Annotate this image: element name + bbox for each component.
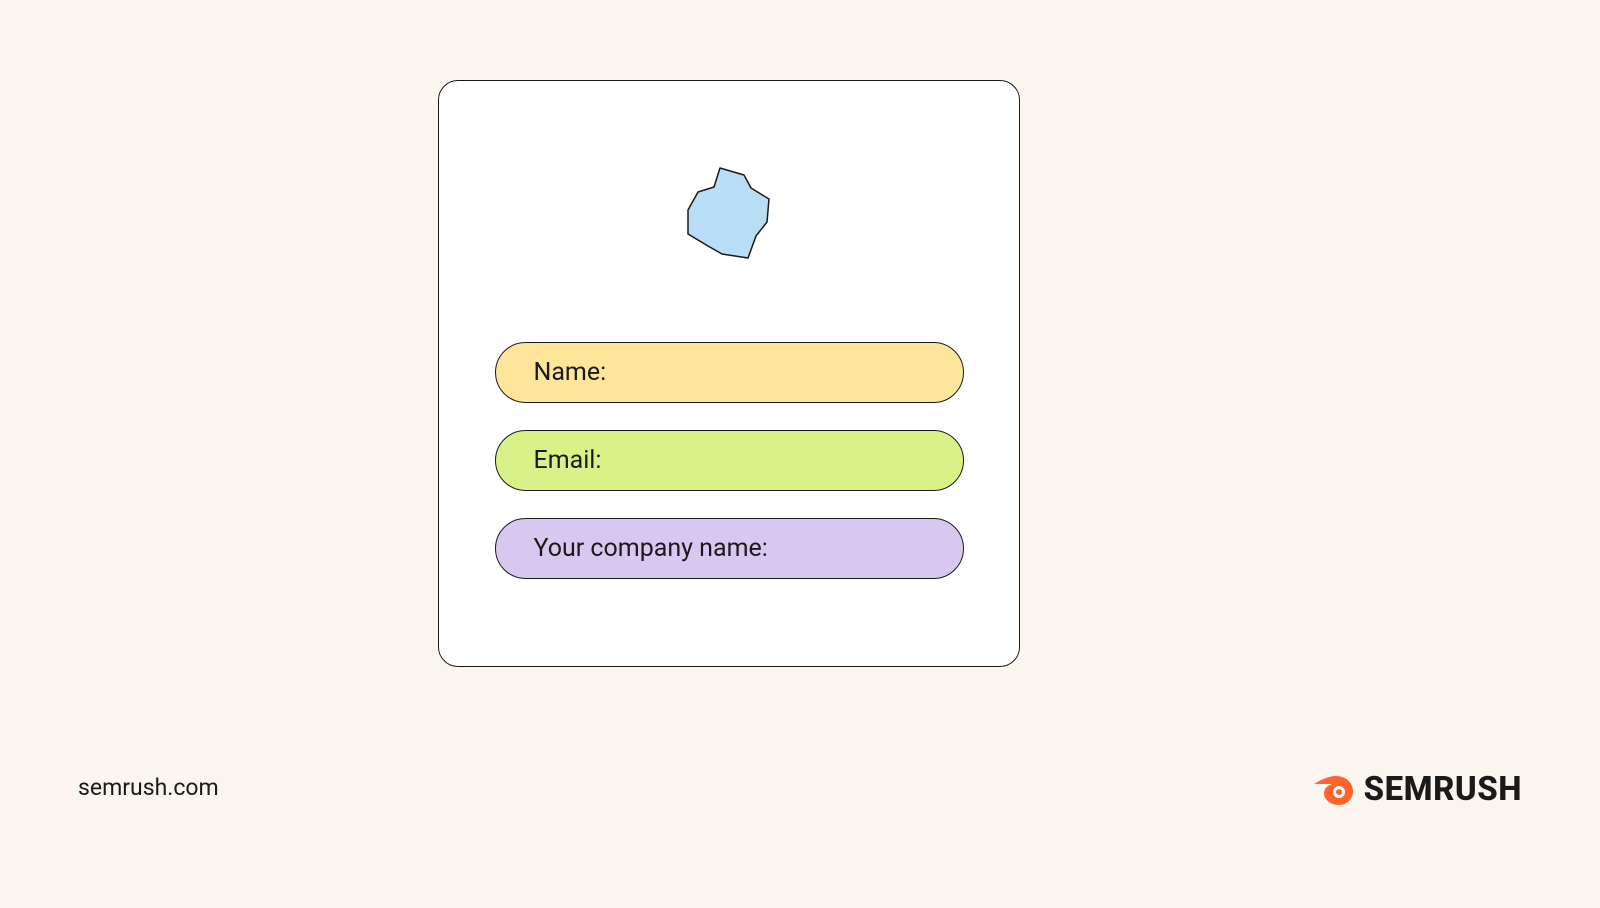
name-field-label: Name: bbox=[534, 358, 607, 387]
form-card: Name: Email: Your company name: bbox=[438, 80, 1020, 667]
decorative-blob-icon bbox=[674, 166, 784, 266]
brand-logo: SEMRUSH bbox=[1312, 770, 1522, 809]
brand-flame-icon bbox=[1312, 773, 1354, 807]
email-field-label: Email: bbox=[534, 446, 602, 475]
name-field[interactable]: Name: bbox=[495, 342, 964, 403]
form-fields: Name: Email: Your company name: bbox=[495, 342, 964, 579]
email-field[interactable]: Email: bbox=[495, 430, 964, 491]
company-field[interactable]: Your company name: bbox=[495, 518, 964, 579]
footer-site-url: semrush.com bbox=[78, 774, 219, 801]
company-field-label: Your company name: bbox=[534, 534, 768, 563]
brand-name: SEMRUSH bbox=[1364, 770, 1522, 809]
